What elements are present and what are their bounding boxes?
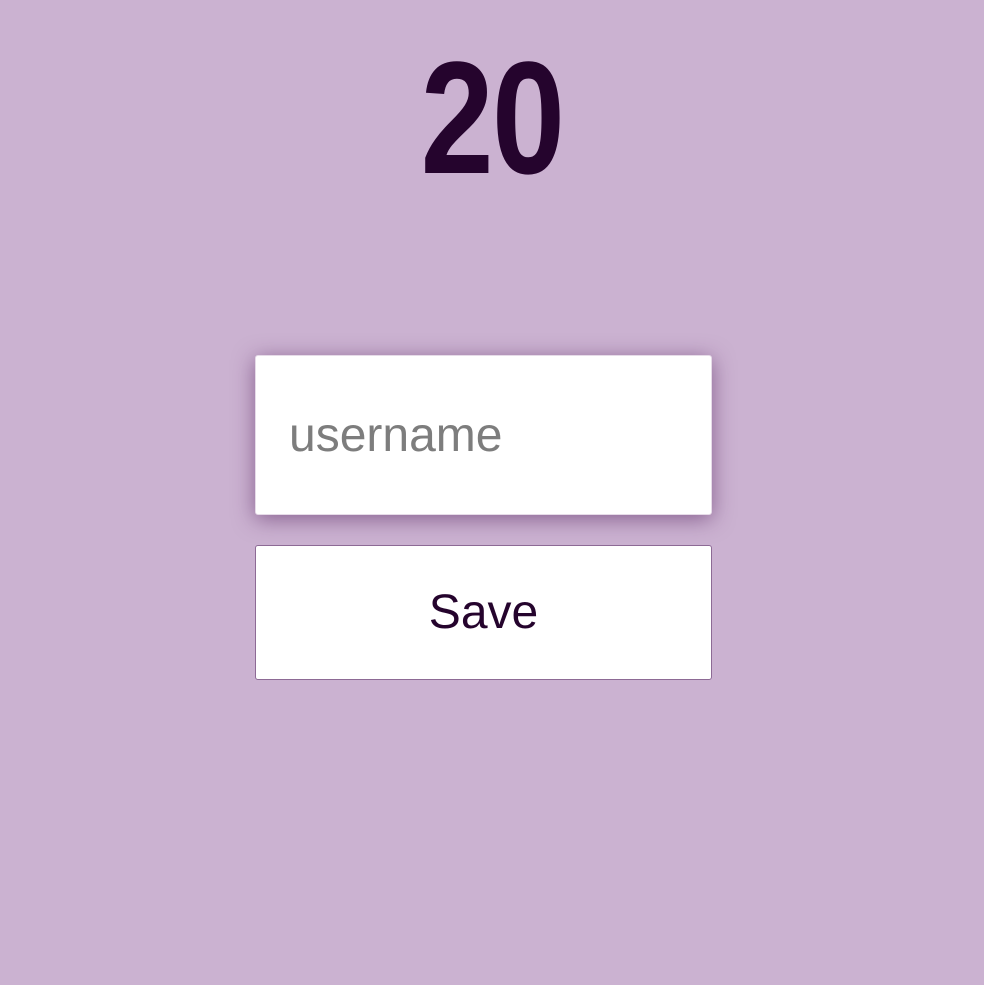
score-display: 20 [420,28,565,207]
save-button[interactable]: Save [255,545,712,680]
page: 20 Save [0,0,984,985]
username-input[interactable] [255,355,712,515]
